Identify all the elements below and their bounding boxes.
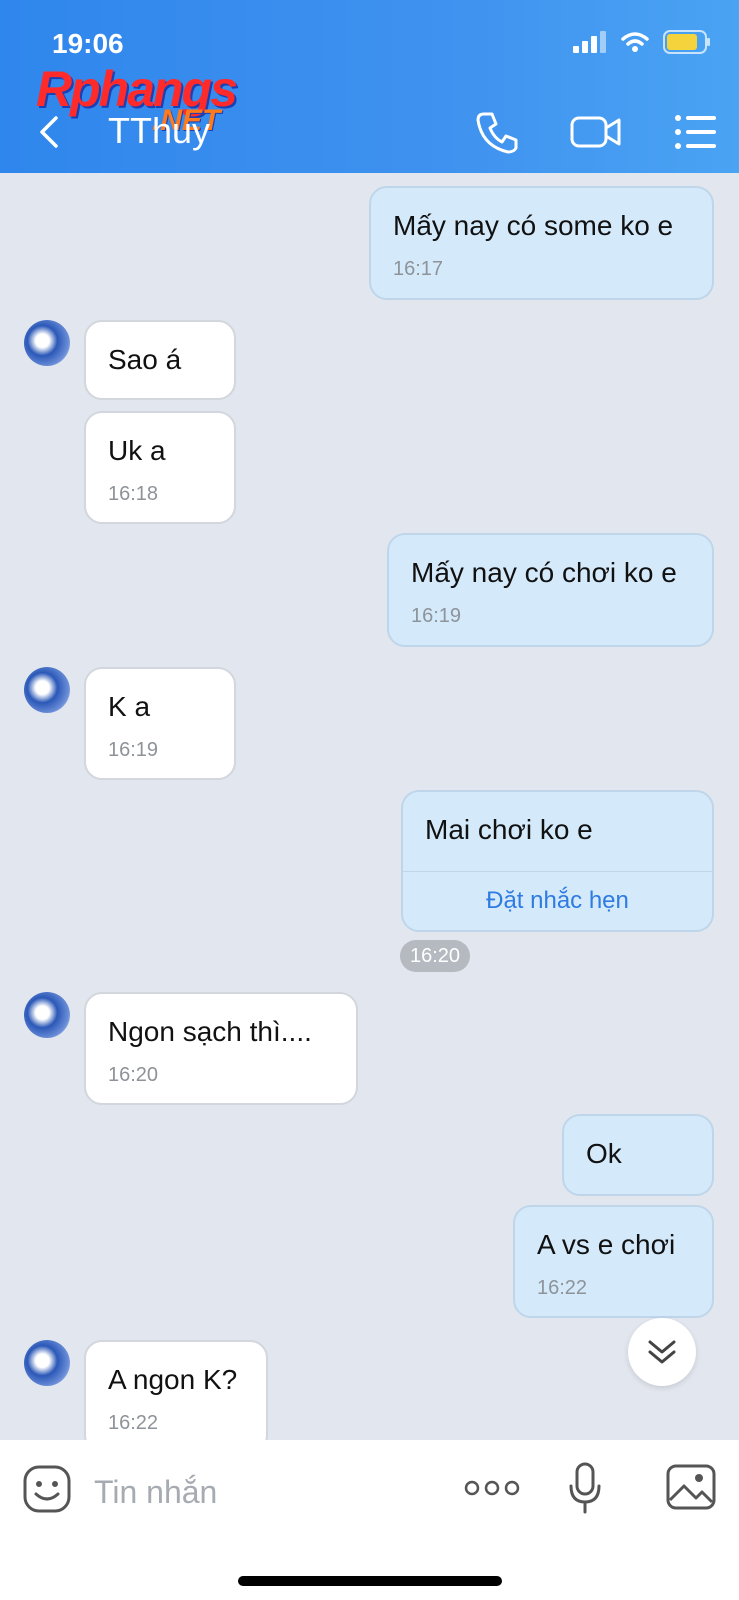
message-text: A vs e chơi: [537, 1229, 676, 1260]
back-chevron-icon[interactable]: [30, 112, 70, 152]
status-time: 19:06: [52, 28, 124, 59]
message-bubble-outgoing[interactable]: Mấy nay có chơi ko e 16:19: [387, 533, 714, 647]
phone-icon[interactable]: [474, 108, 522, 156]
chat-header: 19:06 Rphangs .NET TThuy: [0, 0, 739, 173]
message-time-pill: 16:20: [400, 940, 470, 972]
message-text: A ngon K?: [108, 1364, 238, 1395]
image-icon[interactable]: [666, 1464, 716, 1510]
message-time: 16:20: [108, 1064, 159, 1086]
battery-icon: [663, 30, 710, 54]
message-bubble-outgoing[interactable]: Mấy nay có some ko e 16:17: [369, 186, 714, 300]
message-text: K a: [108, 691, 151, 722]
message-bubble-incoming[interactable]: Uk a 16:18: [84, 411, 236, 524]
sticker-icon[interactable]: [22, 1464, 72, 1514]
more-dots-icon[interactable]: [464, 1476, 520, 1500]
message-bubble-outgoing[interactable]: A vs e chơi 16:22: [513, 1205, 714, 1318]
contact-avatar[interactable]: [24, 992, 70, 1038]
message-input[interactable]: Tin nhắn: [94, 1474, 217, 1511]
message-time: 16:22: [537, 1277, 588, 1299]
message-text: Ok: [586, 1138, 622, 1169]
message-time: 16:18: [108, 483, 159, 505]
home-indicator: [238, 1576, 502, 1586]
message-text: Uk a: [108, 435, 166, 466]
chat-title[interactable]: TThuy: [108, 110, 210, 152]
contact-avatar[interactable]: [24, 1340, 70, 1386]
message-time: 16:22: [108, 1412, 159, 1434]
message-time: 16:19: [108, 739, 159, 761]
message-text: Ngon sạch thì....: [108, 1016, 312, 1047]
message-text: Mai chơi ko e: [425, 814, 593, 845]
message-bubble-outgoing[interactable]: Mai chơi ko e Đặt nhắc hẹn: [401, 790, 714, 932]
set-reminder-button[interactable]: Đặt nhắc hẹn: [403, 871, 712, 930]
status-icons: [573, 30, 711, 54]
wifi-icon: [621, 32, 649, 52]
message-bubble-incoming[interactable]: Ngon sạch thì.... 16:20: [84, 992, 358, 1105]
contact-avatar[interactable]: [24, 320, 70, 366]
message-bubble-outgoing[interactable]: Ok: [562, 1114, 714, 1196]
signal-icon: [573, 31, 606, 53]
message-text: Mấy nay có chơi ko e: [411, 557, 677, 588]
message-bubble-incoming[interactable]: Sao á: [84, 320, 236, 400]
video-camera-icon[interactable]: [570, 108, 622, 156]
message-bubble-incoming[interactable]: K a 16:19: [84, 667, 236, 780]
message-text: Sao á: [108, 344, 182, 375]
message-text: Mấy nay có some ko e: [393, 210, 674, 241]
scroll-to-bottom-button[interactable]: [628, 1318, 696, 1386]
chevron-double-down-icon: [648, 1340, 676, 1364]
contact-avatar[interactable]: [24, 667, 70, 713]
menu-list-icon[interactable]: [672, 108, 720, 156]
microphone-icon[interactable]: [568, 1462, 602, 1514]
message-time: 16:19: [411, 605, 462, 627]
message-bubble-incoming[interactable]: A ngon K? 16:22: [84, 1340, 268, 1453]
message-time: 16:17: [393, 258, 444, 280]
